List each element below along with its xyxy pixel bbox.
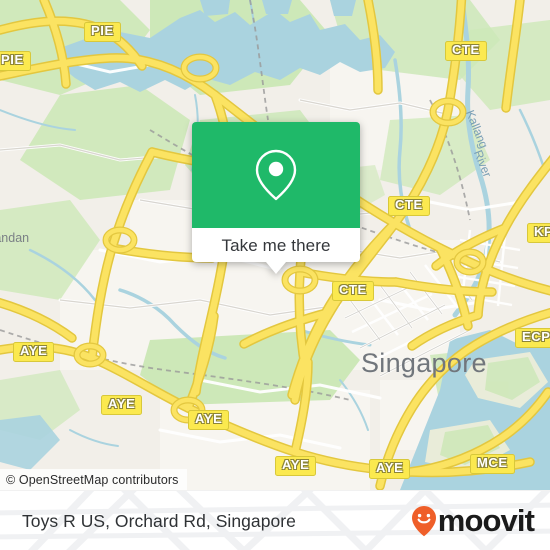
moovit-brand[interactable]: moovit (411, 491, 535, 550)
highway-shield-aye: AYE (101, 395, 143, 415)
highway-shield-aye: AYE (188, 410, 230, 430)
highway-shield-cte: CTE (332, 281, 374, 301)
highway-shield-aye: AYE (13, 342, 55, 362)
bottom-bar: Toys R US, Orchard Rd, Singapore moovit (0, 490, 550, 550)
highway-shield-kpe: KPE (527, 223, 550, 243)
map-pin-icon (255, 149, 297, 201)
take-me-there-callout[interactable]: Take me there (192, 122, 360, 274)
callout-tail (266, 262, 286, 274)
highway-shield-cte: CTE (388, 196, 430, 216)
callout-action-bar[interactable]: Take me there (192, 228, 360, 274)
osm-attribution[interactable]: © OpenStreetMap contributors (0, 469, 187, 490)
highway-shield-ecp: ECP (515, 328, 550, 348)
moovit-smiley-pin-icon (411, 506, 436, 537)
highway-shield-aye: AYE (275, 456, 317, 476)
map-canvas[interactable]: PIE PIE CTE CTE CTE KPE ECP AYE AYE AYE … (0, 0, 550, 490)
highway-shield-pie: PIE (84, 22, 121, 42)
highway-shield-cte: CTE (445, 41, 487, 61)
callout-label: Take me there (221, 235, 331, 255)
highway-shield-aye: AYE (369, 459, 411, 479)
callout-icon-panel (192, 122, 360, 228)
highway-shield-mce: MCE (470, 454, 515, 474)
highway-shield-pie: PIE (0, 51, 31, 71)
moovit-map-screen: PIE PIE CTE CTE CTE KPE ECP AYE AYE AYE … (0, 0, 550, 550)
moovit-wordmark: moovit (437, 503, 535, 538)
location-title: Toys R US, Orchard Rd, Singapore (22, 510, 296, 531)
